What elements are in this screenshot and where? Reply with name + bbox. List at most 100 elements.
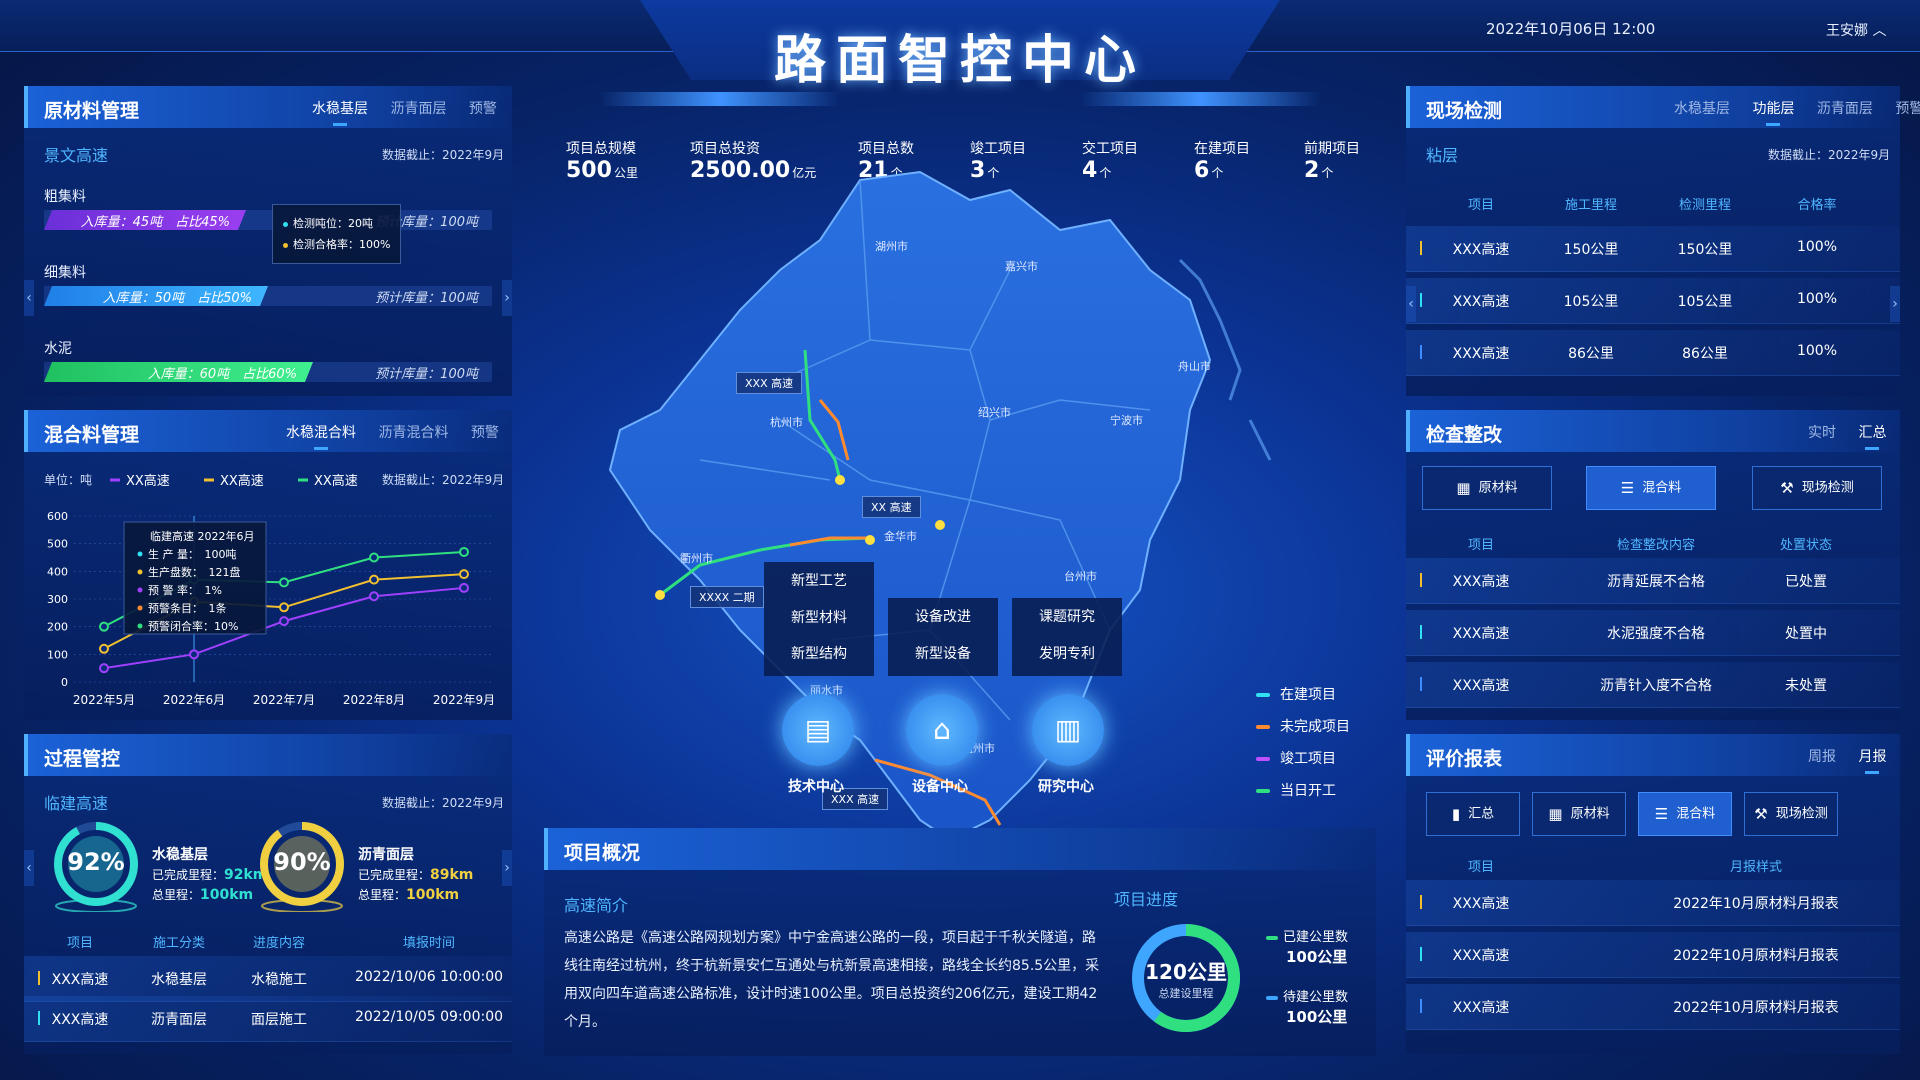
road-label[interactable]: XX 高速 (862, 496, 921, 518)
user-menu[interactable]: 王安娜 ︿ (1826, 20, 1886, 40)
table-row[interactable]: XXX高速 105公里 105公里 100% (1406, 278, 1900, 324)
data-point[interactable] (459, 569, 469, 580)
stock-bar: 入库量：45吨 占比45% 预计库量：100吨 (44, 210, 492, 230)
tab-asphalt-mix[interactable]: 沥青混合料 (378, 422, 448, 442)
data-point[interactable] (189, 649, 199, 660)
data-point[interactable] (279, 616, 289, 627)
filter-button[interactable]: ⚒ 现场检测 (1744, 792, 1838, 836)
router-icon[interactable]: ⌂ (906, 694, 978, 766)
table-row[interactable]: XXX高速 2022年10月原材料月报表 (1406, 932, 1900, 978)
map-legend-item[interactable]: 当日开工 (1256, 780, 1336, 800)
map-legend-item[interactable]: 竣工项目 (1256, 748, 1336, 768)
table-cell: 处置中 (1785, 626, 1827, 642)
data-point[interactable] (459, 546, 469, 557)
filter-button[interactable]: ☰ 混合料 (1638, 792, 1732, 836)
tooltip-dot (137, 569, 143, 575)
column-header: 处置状态 (1779, 538, 1832, 553)
road-label[interactable]: XXXX 二期 (690, 586, 764, 608)
legend-label: XX高速 (314, 473, 358, 489)
box-item: 设备改进 (915, 609, 971, 625)
innovation-box-c[interactable]: 课题研究 发明专利 (1012, 598, 1122, 676)
data-point[interactable] (369, 574, 379, 585)
map-legend-item[interactable]: 未完成项目 (1256, 716, 1350, 736)
done-value: 89km (430, 867, 474, 883)
grid-icon: ▦ (1456, 479, 1471, 497)
table-cell: XXX高速 (1452, 948, 1510, 964)
panel-title: 现场检测 (1426, 100, 1503, 122)
data-point[interactable] (99, 643, 109, 654)
city-label: 舟山市 (1178, 360, 1211, 373)
table-row[interactable]: XXX高速 沥青面层 面层施工 2022/10/05 09:00:00 (24, 996, 512, 1042)
legend-swatch (1256, 725, 1270, 729)
mix-tabs: 水稳混合料 沥青混合料 预警 (268, 422, 499, 450)
filter-button[interactable]: ☰ 混合料 (1586, 466, 1716, 510)
prev-arrow[interactable]: ‹ (24, 280, 34, 316)
tab-summary[interactable]: 汇总 (1858, 422, 1886, 450)
data-point[interactable] (369, 591, 379, 602)
dashboard: 路面智控中心 2022年10月06日 12:00 王安娜 ︿ 项目总规模 500 公… (0, 0, 1920, 1080)
tab-warning[interactable]: 预警 (1895, 98, 1920, 118)
tab-asphalt-surface[interactable]: 沥青面层 (390, 98, 446, 118)
tab-warning[interactable]: 预警 (471, 422, 499, 442)
road-label[interactable]: XXX 高速 (736, 372, 803, 394)
data-point[interactable] (279, 602, 289, 613)
prev-arrow[interactable]: ‹ (1406, 286, 1416, 322)
header-decor-right (1080, 92, 1320, 106)
plan-text: 预计库量：100吨 (375, 367, 478, 382)
data-point[interactable] (99, 621, 109, 632)
table-row[interactable]: XXX高速 沥青针入度不合格 未处置 (1406, 662, 1900, 708)
tab-asphalt-surface[interactable]: 沥青面层 (1817, 98, 1873, 118)
filter-button[interactable]: ▦ 原材料 (1422, 466, 1552, 510)
data-cutoff: 数据截止：2022年9月 (382, 472, 504, 487)
tooltip-dot (137, 623, 143, 629)
building-icon[interactable]: ▥ (1032, 694, 1104, 766)
tooltip-title: 临建高速 2022年6月 (150, 529, 255, 543)
tip-line: 检测吨位：20吨 (293, 217, 373, 230)
table-row[interactable]: XXX高速 水泥强度不合格 处置中 (1406, 610, 1900, 656)
data-point[interactable] (369, 552, 379, 563)
stat-label: 前期项目 (1304, 141, 1360, 157)
tab-water-base[interactable]: 水稳基层 (312, 98, 368, 126)
y-tick-label: 200 (47, 621, 68, 634)
button-label: 汇总 (1468, 806, 1495, 822)
table-row[interactable]: XXX高速 86公里 86公里 100% (1406, 330, 1900, 376)
city-label: 绍兴市 (978, 406, 1011, 419)
total-label: 总里程： (152, 888, 201, 902)
table-row[interactable]: XXX高速 2022年10月原材料月报表 (1406, 984, 1900, 1030)
table-cell: 150公里 (1563, 242, 1619, 258)
filter-button[interactable]: ⚒ 现场检测 (1752, 466, 1882, 510)
next-arrow[interactable]: › (502, 850, 512, 886)
data-point[interactable] (279, 577, 289, 588)
table-row[interactable]: XXX高速 沥青延展不合格 已处置 (1406, 558, 1900, 604)
tab-realtime[interactable]: 实时 (1808, 422, 1836, 442)
tab-water-base[interactable]: 水稳基层 (1674, 98, 1730, 118)
total-mileage: 总里程：100km (152, 886, 253, 903)
tab-water-mix[interactable]: 水稳混合料 (286, 422, 356, 450)
table-row[interactable]: XXX高速 150公里 150公里 100% (1406, 226, 1900, 272)
filter-button[interactable]: ▮ 汇总 (1426, 792, 1520, 836)
table-cell: 2022年10月原材料月报表 (1673, 948, 1839, 964)
prev-arrow[interactable]: ‹ (24, 850, 34, 886)
tab-monthly[interactable]: 月报 (1858, 746, 1886, 774)
report-panel: 评价报表 周报 月报 ▮ 汇总 ▦ 原材料 ☰ 混合料 ⚒ 现场检测 项目 月报样式 XXX高速 2… (1406, 734, 1900, 1054)
table-row[interactable]: XXX高速 2022年10月原材料月报表 (1406, 880, 1900, 926)
tab-weekly[interactable]: 周报 (1808, 746, 1836, 766)
table-cell: 105公里 (1677, 294, 1733, 310)
next-arrow[interactable]: › (502, 280, 512, 316)
innovation-box-a[interactable]: 新型工艺 新型材料 新型结构 (764, 562, 874, 676)
site-dot (655, 590, 665, 600)
tab-warning[interactable]: 预警 (469, 98, 497, 118)
tab-function-layer[interactable]: 功能层 (1752, 98, 1794, 126)
filter-button[interactable]: ▦ 原材料 (1532, 792, 1626, 836)
x-tick-label: 2022年8月 (343, 693, 405, 707)
data-point[interactable] (459, 582, 469, 593)
data-cutoff: 数据截止：2022年9月 (1768, 148, 1891, 162)
button-label: 原材料 (1478, 480, 1518, 496)
server-icon[interactable]: ▤ (782, 694, 854, 766)
data-point[interactable] (99, 663, 109, 674)
stock-bar-fill: 入库量：45吨 占比45% (44, 210, 246, 230)
y-tick-label: 300 (47, 593, 68, 606)
innovation-box-b[interactable]: 设备改进 新型设备 (888, 598, 998, 676)
map-legend-item[interactable]: 在建项目 (1256, 684, 1336, 704)
next-arrow[interactable]: › (1890, 286, 1900, 322)
